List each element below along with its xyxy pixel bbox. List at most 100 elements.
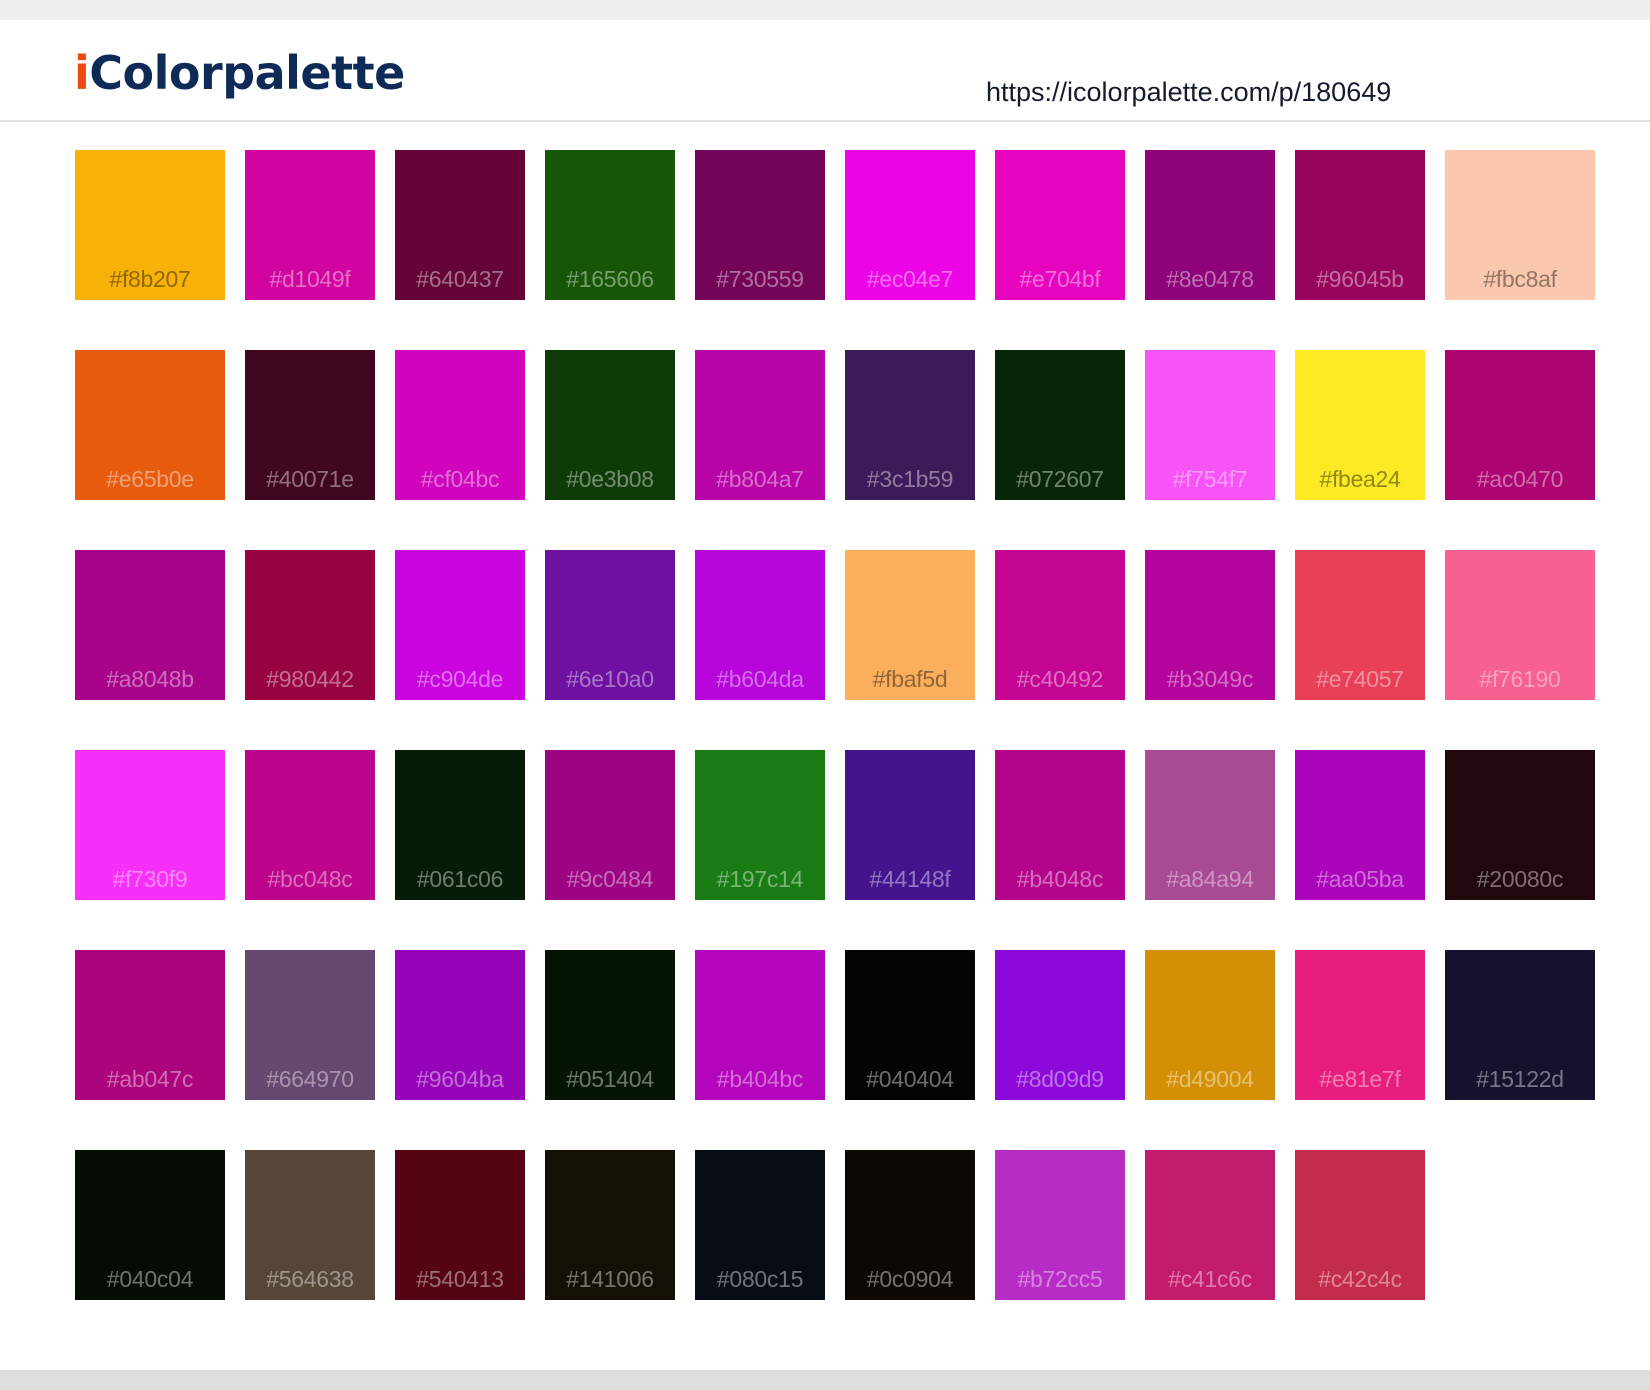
- color-swatch[interactable]: #141006: [545, 1150, 675, 1300]
- color-hex-label: #640437: [416, 266, 504, 292]
- color-swatch[interactable]: #fbaf5d: [845, 550, 975, 700]
- color-swatch[interactable]: #c40492: [995, 550, 1125, 700]
- color-swatch[interactable]: #ac0470: [1445, 350, 1595, 500]
- color-swatch[interactable]: #f76190: [1445, 550, 1595, 700]
- color-hex-label: #6e10a0: [566, 666, 654, 692]
- color-swatch[interactable]: #0e3b08: [545, 350, 675, 500]
- color-hex-label: #bc048c: [267, 866, 353, 892]
- color-swatch[interactable]: #980442: [245, 550, 375, 700]
- site-logo[interactable]: iColorpalette: [74, 46, 405, 100]
- color-swatch[interactable]: #c41c6c: [1145, 1150, 1275, 1300]
- color-hex-label: #051404: [566, 1066, 654, 1092]
- color-swatch[interactable]: #b72cc5: [995, 1150, 1125, 1300]
- color-swatch[interactable]: #564638: [245, 1150, 375, 1300]
- color-hex-label: #15122d: [1476, 1066, 1564, 1092]
- color-swatch[interactable]: #fbea24: [1295, 350, 1425, 500]
- color-swatch[interactable]: #40071e: [245, 350, 375, 500]
- color-swatch[interactable]: #040c04: [75, 1150, 225, 1300]
- color-swatch[interactable]: #d1049f: [245, 150, 375, 300]
- color-swatch[interactable]: #c42c4c: [1295, 1150, 1425, 1300]
- site-header: iColorpalette https://icolorpalette.com/…: [0, 20, 1650, 122]
- color-swatch[interactable]: #b4048c: [995, 750, 1125, 900]
- color-hex-label: #fbaf5d: [872, 666, 948, 692]
- color-swatch[interactable]: #44148f: [845, 750, 975, 900]
- color-hex-label: #cf04bc: [420, 466, 500, 492]
- color-swatch[interactable]: #f8b207: [75, 150, 225, 300]
- color-swatch[interactable]: #6e10a0: [545, 550, 675, 700]
- color-hex-label: #aa05ba: [1316, 866, 1404, 892]
- color-swatch[interactable]: #540413: [395, 1150, 525, 1300]
- color-swatch[interactable]: #f754f7: [1145, 350, 1275, 500]
- color-hex-label: #040c04: [106, 1266, 194, 1292]
- footer-bar: [0, 1370, 1650, 1390]
- color-swatch[interactable]: #f730f9: [75, 750, 225, 900]
- color-hex-label: #20080c: [1476, 866, 1564, 892]
- color-hex-label: #9604ba: [416, 1066, 504, 1092]
- color-hex-label: #b4048c: [1016, 866, 1104, 892]
- color-swatch[interactable]: #8d09d9: [995, 950, 1125, 1100]
- color-hex-label: #a84a94: [1166, 866, 1254, 892]
- color-swatch[interactable]: #cf04bc: [395, 350, 525, 500]
- color-swatch[interactable]: #b804a7: [695, 350, 825, 500]
- color-swatch[interactable]: #3c1b59: [845, 350, 975, 500]
- color-swatch[interactable]: #fbc8af: [1445, 150, 1595, 300]
- color-hex-label: #165606: [566, 266, 654, 292]
- color-swatch[interactable]: #051404: [545, 950, 675, 1100]
- color-hex-label: #b72cc5: [1017, 1266, 1103, 1292]
- color-swatch[interactable]: #664970: [245, 950, 375, 1100]
- color-hex-label: #e65b0e: [106, 466, 194, 492]
- color-hex-label: #e704bf: [1019, 266, 1101, 292]
- color-swatch[interactable]: #080c15: [695, 1150, 825, 1300]
- color-swatch[interactable]: #ab047c: [75, 950, 225, 1100]
- color-swatch[interactable]: #040404: [845, 950, 975, 1100]
- color-swatch[interactable]: #165606: [545, 150, 675, 300]
- color-swatch[interactable]: #20080c: [1445, 750, 1595, 900]
- color-swatch[interactable]: #e74057: [1295, 550, 1425, 700]
- color-hex-label: #b604da: [716, 666, 804, 692]
- color-hex-label: #072607: [1016, 466, 1104, 492]
- color-hex-label: #d1049f: [269, 266, 351, 292]
- color-swatch[interactable]: #8e0478: [1145, 150, 1275, 300]
- color-hex-label: #d49004: [1166, 1066, 1254, 1092]
- color-hex-label: #a8048b: [106, 666, 194, 692]
- color-swatch[interactable]: #bc048c: [245, 750, 375, 900]
- color-swatch[interactable]: #730559: [695, 150, 825, 300]
- color-hex-label: #0e3b08: [566, 466, 654, 492]
- color-swatch[interactable]: #061c06: [395, 750, 525, 900]
- color-swatch[interactable]: #b604da: [695, 550, 825, 700]
- color-swatch[interactable]: #a84a94: [1145, 750, 1275, 900]
- color-swatch[interactable]: #640437: [395, 150, 525, 300]
- color-swatch[interactable]: #9c0484: [545, 750, 675, 900]
- color-hex-label: #f76190: [1479, 666, 1561, 692]
- color-hex-label: #fbc8af: [1483, 266, 1557, 292]
- color-hex-label: #8d09d9: [1016, 1066, 1104, 1092]
- logo-letter-i: i: [74, 46, 90, 100]
- color-hex-label: #ac0470: [1476, 466, 1564, 492]
- color-swatch[interactable]: #b404bc: [695, 950, 825, 1100]
- color-swatch[interactable]: #ec04e7: [845, 150, 975, 300]
- color-hex-label: #0c0904: [866, 1266, 954, 1292]
- color-hex-label: #44148f: [869, 866, 951, 892]
- color-swatch[interactable]: #9604ba: [395, 950, 525, 1100]
- color-swatch[interactable]: #aa05ba: [1295, 750, 1425, 900]
- color-swatch[interactable]: #96045b: [1295, 150, 1425, 300]
- color-hex-label: #e81e7f: [1319, 1066, 1401, 1092]
- color-swatch[interactable]: #e704bf: [995, 150, 1125, 300]
- color-swatch[interactable]: #b3049c: [1145, 550, 1275, 700]
- color-swatch[interactable]: #072607: [995, 350, 1125, 500]
- color-hex-label: #141006: [566, 1266, 654, 1292]
- color-hex-label: #f730f9: [112, 866, 188, 892]
- color-hex-label: #b3049c: [1166, 666, 1254, 692]
- color-swatch[interactable]: #c904de: [395, 550, 525, 700]
- color-hex-label: #96045b: [1316, 266, 1404, 292]
- color-swatch[interactable]: #15122d: [1445, 950, 1595, 1100]
- color-swatch[interactable]: #e81e7f: [1295, 950, 1425, 1100]
- color-swatch[interactable]: #0c0904: [845, 1150, 975, 1300]
- color-swatch[interactable]: #a8048b: [75, 550, 225, 700]
- color-hex-label: #f8b207: [109, 266, 191, 292]
- color-swatch[interactable]: #197c14: [695, 750, 825, 900]
- color-swatch[interactable]: #e65b0e: [75, 350, 225, 500]
- color-hex-label: #c41c6c: [1168, 1266, 1252, 1292]
- color-hex-label: #fbea24: [1319, 466, 1401, 492]
- color-swatch[interactable]: #d49004: [1145, 950, 1275, 1100]
